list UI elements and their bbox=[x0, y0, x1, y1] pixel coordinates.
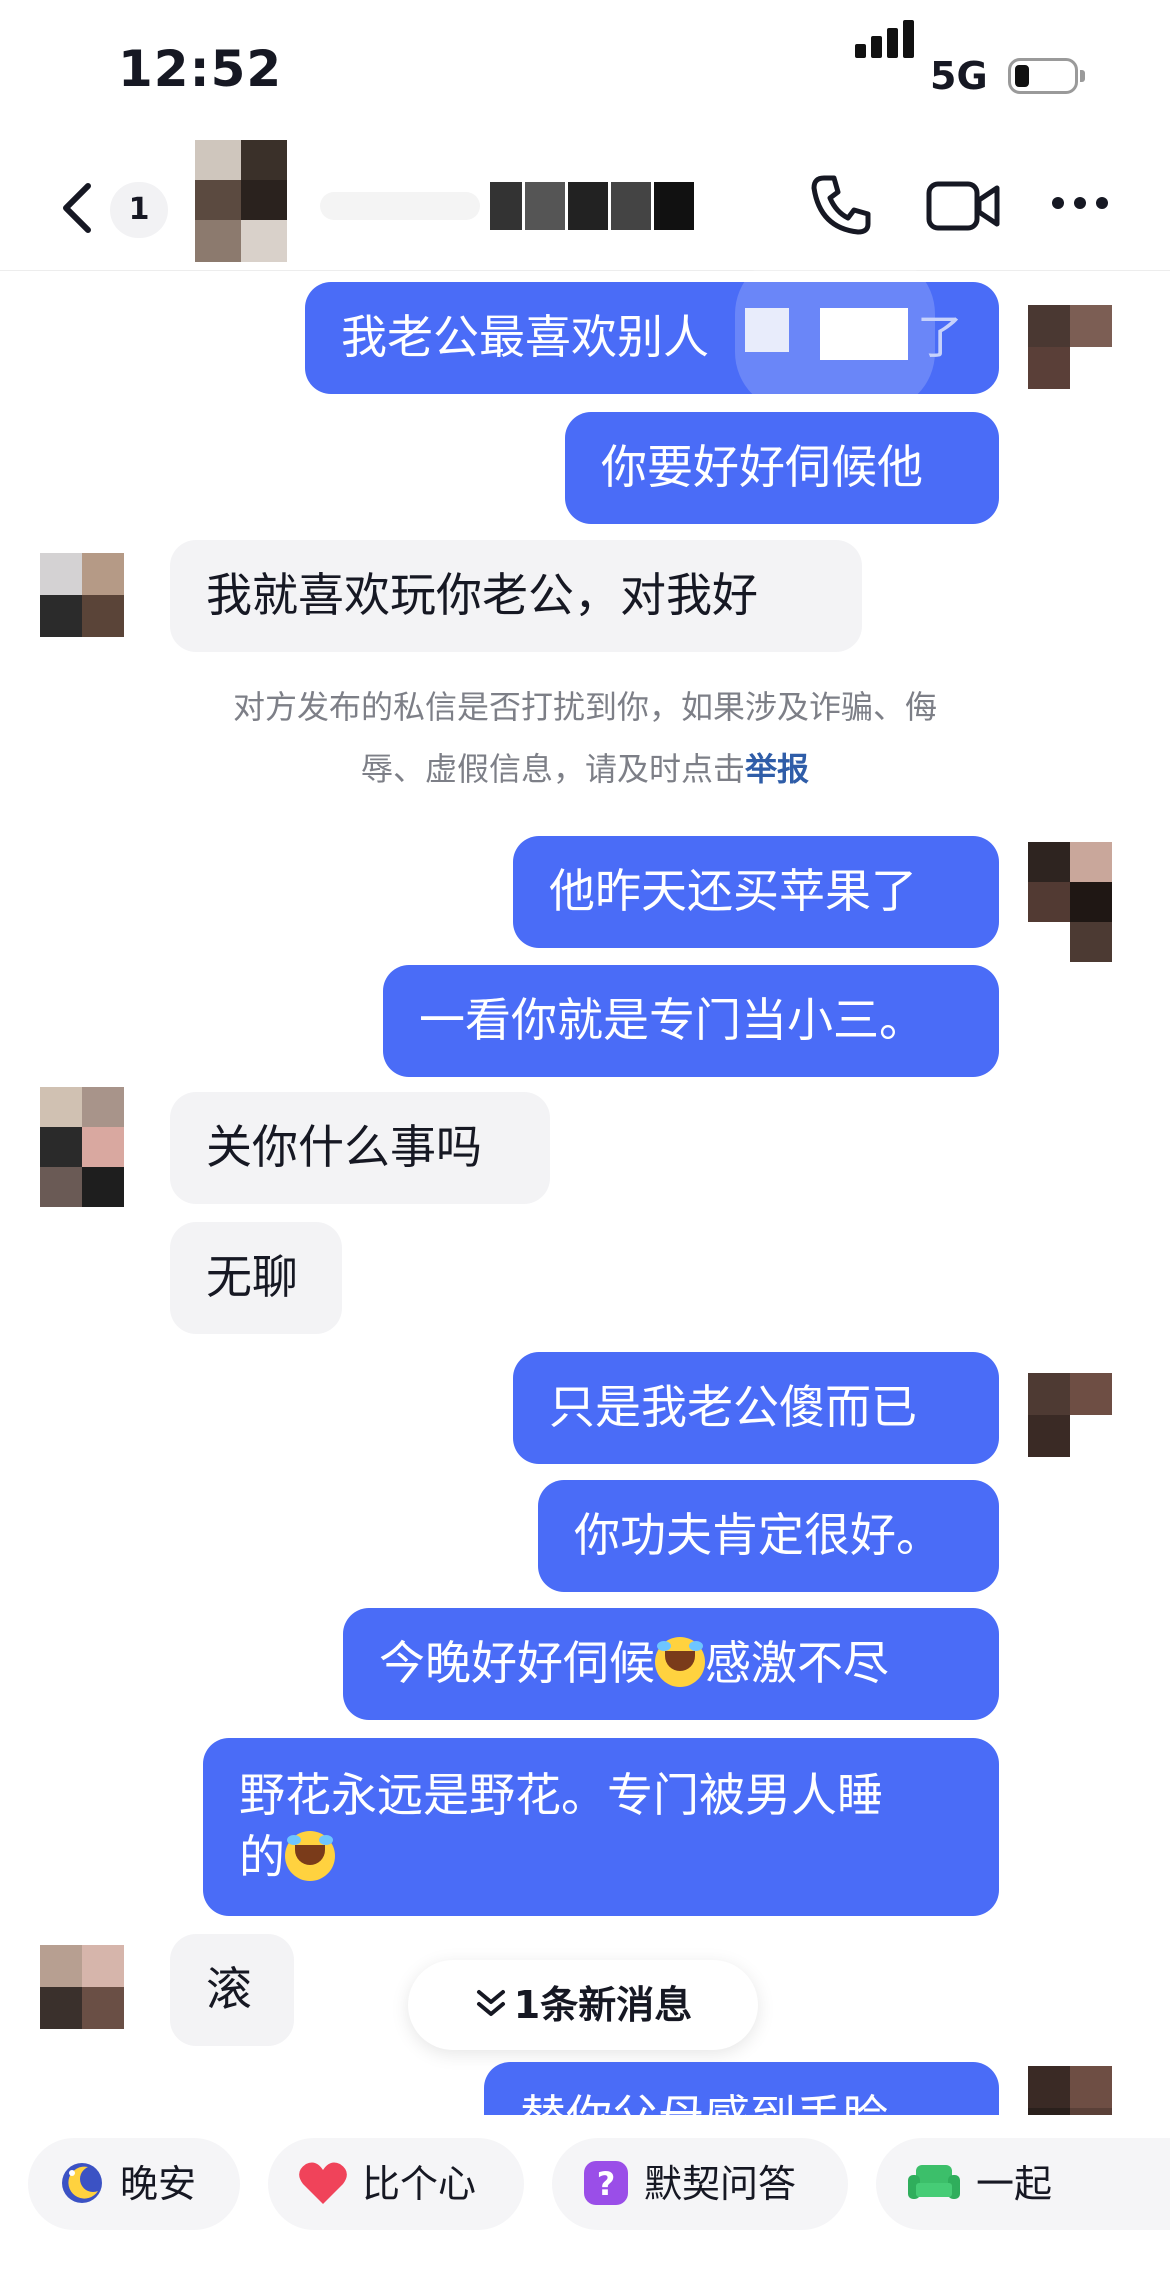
message-text: 只是我老公傻而已 bbox=[549, 1380, 917, 1434]
quick-reply-quiz[interactable]: ? 默契问答 bbox=[552, 2138, 848, 2230]
contact-avatar[interactable] bbox=[195, 140, 287, 262]
message-text: 滚 bbox=[206, 1962, 252, 2016]
more-options-icon[interactable] bbox=[1050, 195, 1110, 211]
message-text: 无聊 bbox=[206, 1250, 298, 1304]
contact-avatar[interactable] bbox=[40, 553, 124, 637]
laughing-crying-emoji-icon bbox=[285, 1831, 335, 1881]
laughing-crying-emoji-icon bbox=[655, 1637, 705, 1687]
video-call-icon[interactable] bbox=[925, 176, 1003, 236]
message-bubble-sent[interactable]: 他昨天还买苹果了 bbox=[513, 836, 999, 948]
quick-reply-together[interactable]: 一起 bbox=[876, 2138, 1170, 2230]
my-avatar[interactable] bbox=[1028, 305, 1112, 389]
notice-line-2: 辱、虚假信息，请及时点击举报 bbox=[100, 738, 1070, 800]
message-clip: 替你父母感到丢脸 bbox=[0, 2060, 1170, 2115]
notice-text: 辱、虚假信息，请及时点击 bbox=[360, 750, 745, 788]
battery-tip bbox=[1080, 70, 1085, 82]
message-bubble-sent[interactable]: 今晚好好伺候 感激不尽 bbox=[343, 1608, 999, 1720]
chip-label: 一起 bbox=[976, 2162, 1053, 2206]
censor-block bbox=[745, 308, 789, 352]
my-avatar[interactable] bbox=[1028, 842, 1112, 962]
message-text: 我就喜欢玩你老公，对我好 bbox=[206, 568, 758, 622]
message-text-part: 的 bbox=[239, 1830, 285, 1884]
chip-label: 默契问答 bbox=[644, 2162, 797, 2206]
sofa-icon bbox=[908, 2164, 960, 2199]
unread-count-badge[interactable]: 1 bbox=[110, 182, 168, 238]
my-avatar[interactable] bbox=[1028, 1373, 1112, 1457]
chat-header: 1 bbox=[0, 140, 1170, 271]
double-chevron-down-icon bbox=[476, 1989, 505, 2016]
chip-label: 晚安 bbox=[120, 2162, 197, 2206]
quick-reply-heart[interactable]: 比个心 bbox=[268, 2138, 524, 2230]
censor-trailing-char: 了 bbox=[917, 310, 963, 364]
message-bubble-sent[interactable]: 你功夫肯定很好。 bbox=[538, 1480, 999, 1592]
network-type: 5G bbox=[930, 54, 988, 98]
quick-reply-bar: 晚安 比个心 ? 默契问答 一起 bbox=[0, 2130, 1170, 2240]
censor-block bbox=[820, 308, 908, 360]
phone-icon[interactable] bbox=[806, 170, 876, 240]
contact-name-blurred bbox=[320, 182, 700, 230]
quick-reply-good-night[interactable]: 晚安 bbox=[28, 2138, 240, 2230]
message-bubble-sent[interactable]: 替你父母感到丢脸 bbox=[484, 2062, 999, 2115]
message-bubble-sent[interactable]: 野花永远是野花。专门被男人睡 的 bbox=[203, 1738, 999, 1916]
svg-text:?: ? bbox=[597, 2165, 616, 2203]
message-bubble-received[interactable]: 关你什么事吗 bbox=[170, 1092, 550, 1204]
message-bubble-received[interactable]: 滚 bbox=[170, 1934, 294, 2046]
message-text-part: 今晚好好伺候 bbox=[379, 1636, 655, 1690]
message-text: 替你父母感到丢脸 bbox=[520, 2090, 888, 2115]
contact-avatar[interactable] bbox=[40, 1945, 124, 2029]
message-bubble-received[interactable]: 无聊 bbox=[170, 1222, 342, 1334]
status-bar: 12:52 5G bbox=[0, 0, 1170, 140]
message-line: 野花永远是野花。专门被男人睡 bbox=[239, 1768, 883, 1822]
my-avatar[interactable] bbox=[1028, 2066, 1112, 2115]
message-text: 你要好好伺候他 bbox=[601, 440, 923, 494]
message-bubble-sent[interactable]: 只是我老公傻而已 bbox=[513, 1352, 999, 1464]
new-messages-label: 1条新消息 bbox=[513, 1983, 693, 2027]
question-icon: ? bbox=[584, 2160, 628, 2205]
status-time: 12:52 bbox=[118, 40, 283, 98]
chip-label: 比个心 bbox=[362, 2162, 477, 2206]
battery-icon bbox=[1008, 58, 1078, 94]
new-messages-button[interactable]: 1条新消息 bbox=[408, 1960, 758, 2050]
moon-icon bbox=[62, 2162, 102, 2203]
report-link[interactable]: 举报 bbox=[745, 750, 809, 788]
message-line: 的 bbox=[239, 1826, 963, 1888]
notice-line-1: 对方发布的私信是否打扰到你，如果涉及诈骗、侮 bbox=[232, 688, 937, 726]
message-bubble-sent[interactable]: 你要好好伺候他 bbox=[565, 412, 999, 524]
message-bubble-sent[interactable]: 我老公最喜欢别人 了 bbox=[305, 254, 999, 412]
message-bubble-received[interactable]: 我就喜欢玩你老公，对我好 bbox=[170, 540, 862, 652]
message-text-part: 感激不尽 bbox=[705, 1636, 889, 1690]
heart-icon bbox=[299, 2161, 347, 2204]
message-text: 我老公最喜欢别人 bbox=[341, 310, 709, 364]
message-bubble-sent[interactable]: 一看你就是专门当小三。 bbox=[383, 965, 999, 1077]
message-text: 一看你就是专门当小三。 bbox=[419, 993, 925, 1047]
message-text: 关你什么事吗 bbox=[206, 1120, 482, 1174]
message-text: 他昨天还买苹果了 bbox=[549, 864, 917, 918]
message-text: 你功夫肯定很好。 bbox=[574, 1508, 942, 1562]
back-arrow-icon[interactable] bbox=[50, 178, 110, 238]
harassment-notice: 对方发布的私信是否打扰到你，如果涉及诈骗、侮 辱、虚假信息，请及时点击举报 bbox=[100, 676, 1070, 800]
contact-avatar[interactable] bbox=[40, 1087, 124, 1207]
